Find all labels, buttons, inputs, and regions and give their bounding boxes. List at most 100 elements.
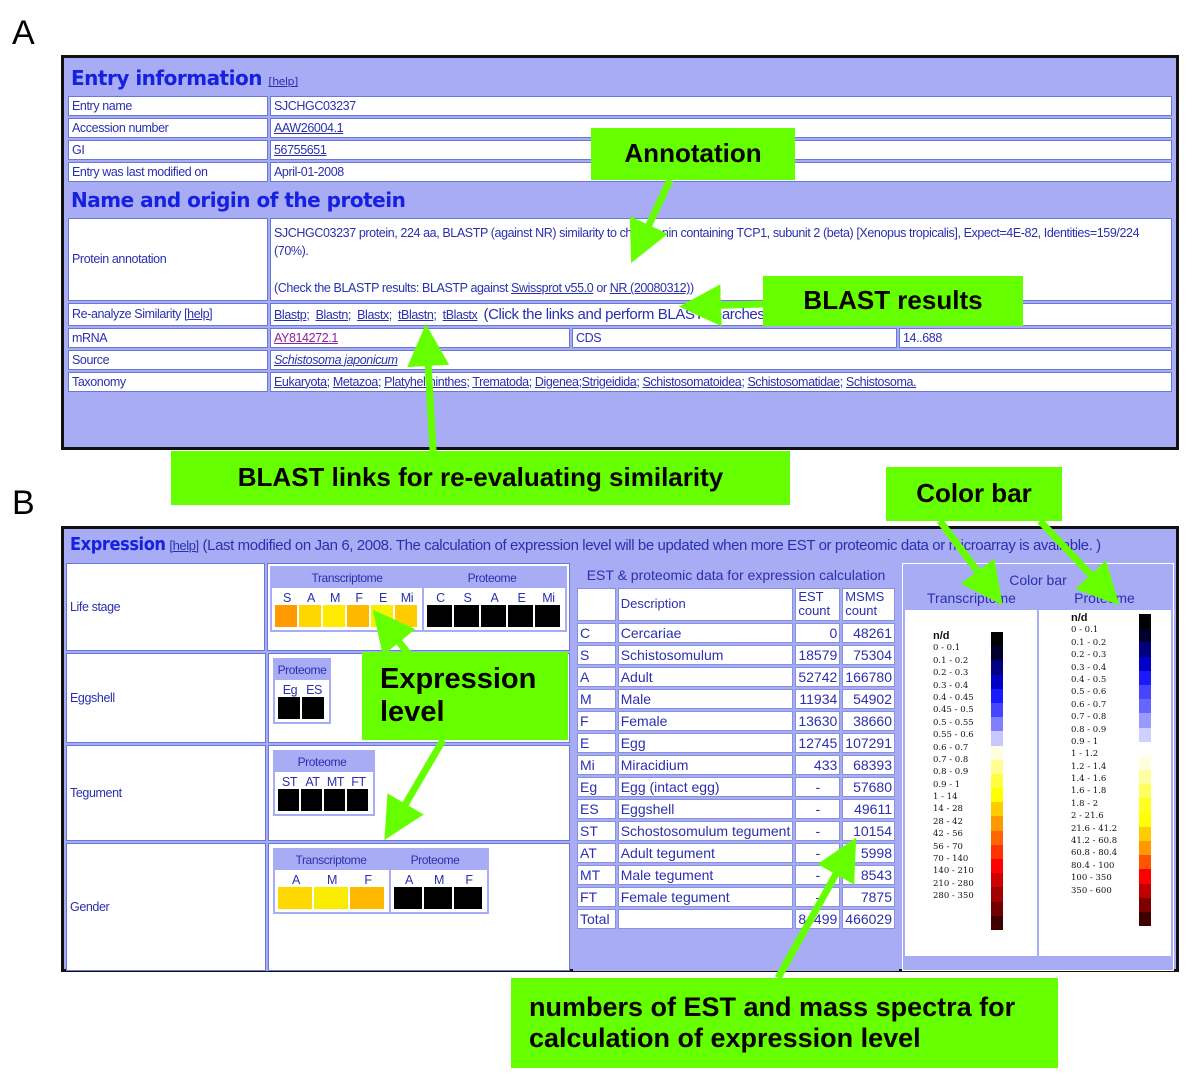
est-data-table: EST & proteomic data for expression calc… xyxy=(573,563,899,971)
tegument-heatmap: Proteome ST AT MT FT xyxy=(273,750,375,816)
color-swatch xyxy=(991,859,1003,874)
taxon-link[interactable]: Schistosoma. xyxy=(846,375,917,389)
taxon-link[interactable]: Eukaryota; xyxy=(274,375,330,389)
color-swatch xyxy=(991,873,1003,888)
est-code: A xyxy=(577,666,616,687)
color-range-label: 0.5 - 0.55 xyxy=(933,717,974,728)
taxon-link[interactable]: Trematoda; xyxy=(472,375,532,389)
taxon-link[interactable]: Metazoa; xyxy=(333,375,382,389)
est-description xyxy=(617,908,794,929)
color-swatch xyxy=(991,887,1003,902)
color-range-label: 0.2 - 0.3 xyxy=(933,668,969,679)
est-code: S xyxy=(577,644,616,665)
panel-label-a: A xyxy=(12,14,35,52)
est-table-row: S Schistosomulum 18579 75304 xyxy=(577,644,895,665)
tblastx-link[interactable]: tBlastx xyxy=(443,308,478,322)
label-entry-name: Entry name xyxy=(68,96,268,116)
source-link[interactable]: Schistosoma japonicum xyxy=(274,353,398,367)
color-swatch xyxy=(1139,727,1151,742)
expression-help-link[interactable]: [help] xyxy=(169,538,199,553)
expression-cell-a xyxy=(278,887,312,909)
expression-cell-f xyxy=(350,887,384,909)
est-description: Egg xyxy=(617,732,794,753)
est-code: ST xyxy=(577,820,616,841)
blastx-link[interactable]: Blastx xyxy=(357,308,389,322)
swissprot-link[interactable]: Swissprot v55.0 xyxy=(511,281,594,295)
color-range-label: 0.3 - 0.4 xyxy=(1071,662,1107,673)
entry-panel: Entry information [help] Entry name SJCH… xyxy=(61,55,1179,450)
label-eggshell: Eggshell xyxy=(66,653,266,743)
color-swatch xyxy=(1139,826,1151,841)
expression-cell-c xyxy=(427,605,452,627)
nd-label: n/d xyxy=(933,630,950,642)
nr-link[interactable]: NR (20080312) xyxy=(610,281,691,295)
proteome-label: Proteome xyxy=(410,853,460,867)
tblastn-link[interactable]: tBlastn xyxy=(398,308,434,322)
color-range-label: 210 - 280 xyxy=(933,878,974,889)
row-life-stage: Life stage Transcriptome Proteome S A M F E Mi… xyxy=(66,563,570,651)
sample-key-label: M xyxy=(329,591,340,605)
color-swatch xyxy=(991,915,1003,930)
entry-info-header: Entry information [help] xyxy=(68,62,1172,94)
expression-levels: Life stage Transcriptome Proteome S A M F E Mi… xyxy=(66,563,570,971)
expression-cell-f xyxy=(454,887,482,909)
taxon-link[interactable]: Schistosomatidae; xyxy=(747,375,843,389)
sample-key-label: AT xyxy=(305,775,320,789)
label-tegument: Tegument xyxy=(66,745,266,841)
est-count: 11934 xyxy=(795,688,841,709)
color-range-label: 42 - 56 xyxy=(933,829,963,840)
expression-cell-m xyxy=(424,887,452,909)
est-description: Cercariae xyxy=(617,622,794,643)
proteome-label: Proteome xyxy=(297,755,347,769)
sample-key-label: C xyxy=(436,591,445,605)
color-range-label: 1 - 14 xyxy=(933,792,958,803)
est-description: Egg (intact egg) xyxy=(617,776,794,797)
callout-expression-level: Expression level xyxy=(362,652,568,740)
est-code: F xyxy=(577,710,616,731)
color-swatch xyxy=(991,901,1003,916)
taxonomy-links: Eukaryota; Metazoa; Platyhelminthes; Tre… xyxy=(270,371,1172,392)
color-range-label: 0 - 0.1 xyxy=(933,643,961,654)
color-swatch xyxy=(991,745,1003,760)
est-description: Schistosomulum xyxy=(617,644,794,665)
color-swatch xyxy=(991,759,1003,774)
blastp-link[interactable]: Blastp xyxy=(274,308,307,322)
est-header-code xyxy=(577,588,616,621)
color-swatch xyxy=(1139,713,1151,728)
color-range-label: 0.4 - 0.5 xyxy=(1071,674,1107,685)
transcriptome-label: Transcriptome xyxy=(295,853,367,867)
blastn-link[interactable]: Blastn xyxy=(316,308,349,322)
panel-label-b: B xyxy=(12,484,35,522)
mrna-link[interactable]: AY814272.1 xyxy=(274,331,338,345)
est-code: MT xyxy=(577,864,616,885)
color-range-label: 100 - 350 xyxy=(1071,873,1112,884)
reanalyze-help-link[interactable]: [help] xyxy=(184,307,213,321)
color-bar-proteome-label: Proteome xyxy=(1074,590,1135,606)
color-swatch xyxy=(991,674,1003,689)
row-taxonomy: Taxonomy Eukaryota; Metazoa; Platyhelmin… xyxy=(68,371,1172,392)
entry-help-link[interactable]: [help] xyxy=(268,75,298,88)
expression-cell-a xyxy=(481,605,506,627)
expression-cell-st xyxy=(278,789,299,811)
accession-link[interactable]: AAW26004.1 xyxy=(274,121,344,135)
sample-key-label: MT xyxy=(326,775,345,789)
est-table-row: FT Female tegument -7875 xyxy=(577,886,895,907)
color-swatch xyxy=(991,702,1003,718)
est-table-row: E Egg 12745 107291 xyxy=(577,732,895,753)
taxon-link[interactable]: Platyhelminthes; xyxy=(384,375,470,389)
sample-key-label: F xyxy=(364,873,372,887)
sample-key-label: M xyxy=(326,873,337,887)
taxon-link[interactable]: Digenea;Strigeidida; xyxy=(535,375,640,389)
est-description: Eggshell xyxy=(617,798,794,819)
taxon-link[interactable]: Schistosomatoidea; xyxy=(643,375,745,389)
est-table-caption: EST & proteomic data for expression calc… xyxy=(586,567,886,583)
msms-count: 5998 xyxy=(842,842,895,863)
expression-cell-e xyxy=(508,605,533,627)
est-count: 0 xyxy=(795,622,841,643)
gi-link[interactable]: 56755651 xyxy=(274,143,327,157)
color-swatch xyxy=(1139,699,1151,714)
color-range-label: 1.6 - 1.8 xyxy=(1071,786,1107,797)
est-code: ES xyxy=(577,798,616,819)
color-range-label: 350 - 600 xyxy=(1071,885,1112,896)
expression-note: (Last modified on Jan 6, 2008. The calcu… xyxy=(202,537,1102,554)
